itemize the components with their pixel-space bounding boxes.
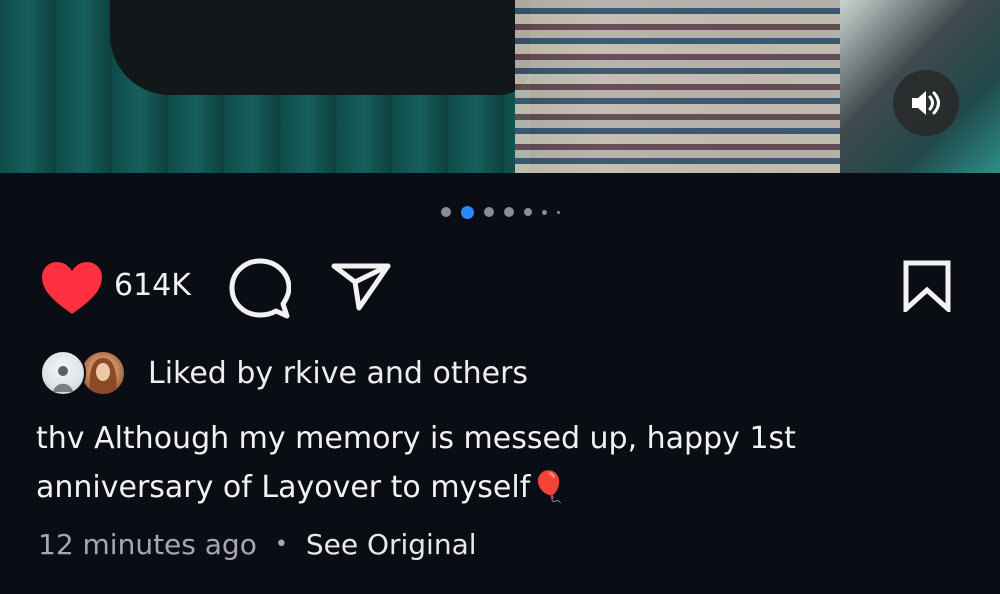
photo-region-dark — [110, 0, 530, 95]
post-media-image[interactable] — [0, 0, 1000, 173]
post-meta: 12 minutes ago • See Original — [38, 528, 477, 561]
like-button[interactable] — [40, 260, 104, 320]
avatar-person-icon — [53, 366, 73, 392]
meta-separator: • — [274, 532, 288, 557]
carousel-dot — [556, 210, 560, 214]
carousel-dot-active — [460, 205, 474, 219]
photo-region-shelf — [515, 0, 845, 173]
save-button[interactable] — [902, 260, 952, 316]
avatar-person-icon — [89, 358, 117, 394]
like-count[interactable]: 614K — [114, 268, 191, 303]
avatar[interactable] — [80, 350, 126, 396]
volume-icon — [912, 91, 940, 115]
avatar[interactable] — [40, 350, 86, 396]
carousel-dot — [541, 209, 547, 215]
comment-bubble-icon — [229, 258, 292, 319]
carousel-dot — [483, 207, 494, 217]
heart-filled-icon — [42, 262, 102, 314]
liked-by-text[interactable]: Liked by rkive and others — [148, 356, 528, 391]
see-original-link[interactable]: See Original — [306, 528, 477, 561]
carousel-dot — [503, 207, 514, 217]
post-caption: thv Although my memory is messed up, hap… — [36, 421, 796, 505]
carousel-dot — [440, 207, 451, 217]
share-button[interactable] — [330, 260, 392, 316]
comment-button[interactable] — [229, 258, 292, 324]
post-actions-bar: 614K — [40, 254, 960, 320]
bookmark-icon — [903, 260, 951, 315]
carousel-indicator — [0, 204, 1000, 220]
carousel-dot — [523, 208, 532, 216]
post-timestamp: 12 minutes ago — [38, 528, 257, 561]
liked-by-row[interactable]: Liked by rkive and others — [40, 348, 940, 400]
sound-toggle-button[interactable] — [893, 70, 959, 136]
paper-plane-icon — [331, 263, 391, 311]
